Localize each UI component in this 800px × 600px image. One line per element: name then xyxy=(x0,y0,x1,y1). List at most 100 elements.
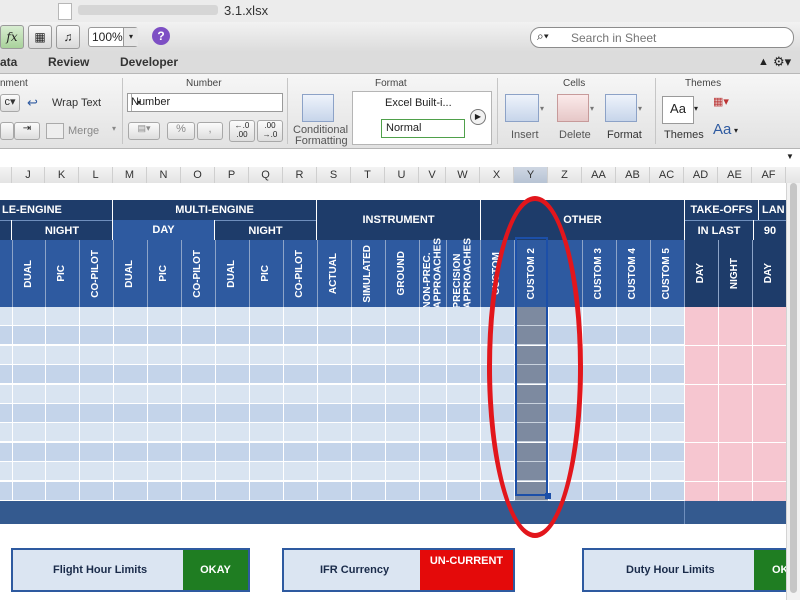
table-cell[interactable] xyxy=(582,462,616,482)
table-row[interactable] xyxy=(0,307,786,326)
data-rows[interactable] xyxy=(0,307,786,501)
table-cell[interactable] xyxy=(718,345,752,365)
scrollbar-thumb[interactable] xyxy=(790,183,797,593)
column-header-n[interactable]: N xyxy=(147,167,181,183)
table-cell[interactable] xyxy=(12,404,45,423)
column-header-af[interactable]: AF xyxy=(752,167,786,183)
table-cell[interactable] xyxy=(283,462,317,482)
style-normal[interactable]: Normal xyxy=(381,119,465,138)
table-cell[interactable] xyxy=(616,442,650,462)
table-cell[interactable] xyxy=(419,307,446,326)
table-row[interactable] xyxy=(0,462,786,482)
table-cell[interactable] xyxy=(215,365,249,385)
table-cell[interactable] xyxy=(650,404,684,423)
table-cell[interactable] xyxy=(45,365,79,385)
table-cell[interactable] xyxy=(317,404,351,423)
table-cell[interactable] xyxy=(446,423,480,443)
table-cell[interactable] xyxy=(12,345,45,365)
table-cell[interactable] xyxy=(283,365,317,385)
tab-data[interactable]: ata xyxy=(0,55,17,69)
table-cell[interactable] xyxy=(752,423,786,443)
table-cell[interactable] xyxy=(616,481,650,501)
column-header-l[interactable]: L xyxy=(79,167,113,183)
table-cell[interactable] xyxy=(446,326,480,346)
table-cell[interactable] xyxy=(419,345,446,365)
table-cell[interactable] xyxy=(582,326,616,346)
table-cell[interactable] xyxy=(181,404,215,423)
delete-button[interactable]: Delete xyxy=(559,129,591,141)
table-cell[interactable] xyxy=(283,442,317,462)
table-cell[interactable] xyxy=(718,442,752,462)
column-header-v[interactable]: V xyxy=(419,167,446,183)
table-cell[interactable] xyxy=(351,423,385,443)
table-cell[interactable] xyxy=(147,442,181,462)
table-cell[interactable] xyxy=(147,423,181,443)
table-cell[interactable] xyxy=(317,365,351,385)
table-cell[interactable] xyxy=(616,404,650,423)
table-cell[interactable] xyxy=(684,384,718,404)
table-cell[interactable] xyxy=(283,423,317,443)
table-row[interactable] xyxy=(0,365,786,385)
table-cell[interactable] xyxy=(385,345,419,365)
table-cell[interactable] xyxy=(351,442,385,462)
zoom-select[interactable]: 100% ▾ xyxy=(88,27,138,47)
table-cell[interactable] xyxy=(215,345,249,365)
table-cell[interactable] xyxy=(317,442,351,462)
table-cell[interactable] xyxy=(582,384,616,404)
table-cell[interactable] xyxy=(752,462,786,482)
table-cell[interactable] xyxy=(650,365,684,385)
table-row[interactable] xyxy=(0,404,786,423)
table-cell[interactable] xyxy=(283,345,317,365)
table-cell[interactable] xyxy=(650,384,684,404)
table-cell[interactable] xyxy=(79,365,113,385)
column-header-ae[interactable]: AE xyxy=(718,167,752,183)
table-cell[interactable] xyxy=(147,345,181,365)
table-cell[interactable] xyxy=(45,345,79,365)
column-header-s[interactable]: S xyxy=(317,167,351,183)
table-cell[interactable] xyxy=(283,384,317,404)
table-row[interactable] xyxy=(0,326,786,346)
table-cell[interactable] xyxy=(249,423,283,443)
table-cell[interactable] xyxy=(181,345,215,365)
tab-developer[interactable]: Developer xyxy=(120,55,178,69)
table-row[interactable] xyxy=(0,423,786,443)
wrap-text-button[interactable]: Wrap Text xyxy=(52,97,101,109)
theme-fonts-button[interactable]: Aa xyxy=(713,121,731,138)
table-cell[interactable] xyxy=(385,404,419,423)
column-header-k[interactable]: K xyxy=(45,167,79,183)
table-cell[interactable] xyxy=(181,384,215,404)
table-cell[interactable] xyxy=(385,307,419,326)
table-cell[interactable] xyxy=(147,384,181,404)
table-row[interactable] xyxy=(0,345,786,365)
table-cell[interactable] xyxy=(582,365,616,385)
table-cell[interactable] xyxy=(113,365,147,385)
column-header-q[interactable]: Q xyxy=(249,167,283,183)
table-cell[interactable] xyxy=(752,442,786,462)
table-cell[interactable] xyxy=(616,423,650,443)
table-cell[interactable] xyxy=(45,423,79,443)
table-cell[interactable] xyxy=(446,442,480,462)
formula-bar[interactable]: ▼ xyxy=(0,149,800,168)
table-cell[interactable] xyxy=(147,307,181,326)
column-header-ac[interactable]: AC xyxy=(650,167,684,183)
table-cell[interactable] xyxy=(249,442,283,462)
table-cell[interactable] xyxy=(718,481,752,501)
table-cell[interactable] xyxy=(419,423,446,443)
table-cell[interactable] xyxy=(249,384,283,404)
table-cell[interactable] xyxy=(446,345,480,365)
table-cell[interactable] xyxy=(385,481,419,501)
table-cell[interactable] xyxy=(181,462,215,482)
column-header-p[interactable]: P xyxy=(215,167,249,183)
table-cell[interactable] xyxy=(616,365,650,385)
column-header-z[interactable]: Z xyxy=(548,167,582,183)
table-cell[interactable] xyxy=(283,404,317,423)
number-format-select[interactable]: Number ▾ xyxy=(127,93,283,112)
collapse-ribbon-icon[interactable]: ▲ xyxy=(758,56,769,68)
gear-icon[interactable]: ⚙▾ xyxy=(773,54,791,70)
table-cell[interactable] xyxy=(616,462,650,482)
gallery-icon[interactable]: ▦ xyxy=(28,25,52,49)
formula-builder-button[interactable]: fx xyxy=(0,25,24,49)
table-cell[interactable] xyxy=(650,481,684,501)
themes-button[interactable]: Themes xyxy=(664,129,704,141)
table-cell[interactable] xyxy=(113,481,147,501)
